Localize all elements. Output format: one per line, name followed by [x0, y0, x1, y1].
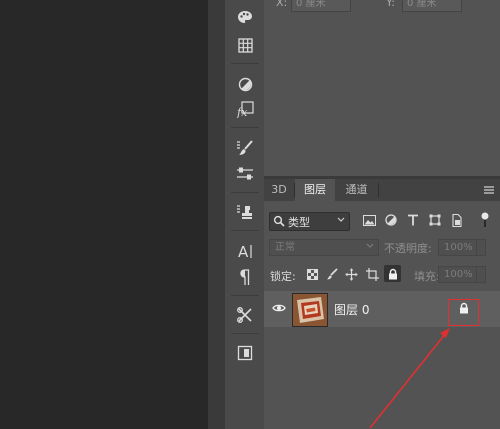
layer-filter-select[interactable]: 类型 — [269, 212, 350, 231]
search-icon — [273, 215, 285, 227]
paragraph-icon[interactable] — [225, 266, 265, 288]
lock-artboard-icon[interactable] — [365, 267, 379, 281]
blend-mode-select[interactable]: 正常 — [269, 239, 379, 256]
chevron-down-icon — [337, 217, 345, 223]
visibility-eye-icon[interactable] — [272, 303, 286, 313]
lock-all-icon — [388, 268, 398, 280]
lock-label: 锁定: — [270, 270, 296, 283]
lock-transparent-icon[interactable] — [305, 267, 319, 281]
layer-name[interactable]: 图层 0 — [334, 301, 369, 318]
properties-panel: X: 0 厘米 Y: 0 厘米 — [264, 0, 500, 176]
opacity-dropdown[interactable] — [476, 239, 486, 256]
svg-text:A: A — [238, 243, 249, 260]
svg-text:fx: fx — [236, 106, 248, 118]
filter-toggle-icon[interactable] — [478, 212, 492, 227]
tab-3d[interactable]: 3D — [264, 179, 294, 201]
layers-panel-tabbar: 3D 图层 通道 — [264, 179, 500, 201]
filter-pixel-icon[interactable] — [362, 213, 376, 227]
artboard-icon[interactable] — [225, 342, 265, 364]
opacity-label: 不透明度: — [384, 242, 432, 255]
panel-gutter — [208, 0, 224, 429]
tab-channels[interactable]: 通道 — [335, 179, 378, 201]
tool-presets-icon[interactable] — [225, 304, 265, 326]
adjustment-icon[interactable] — [225, 73, 265, 95]
lock-position-icon[interactable] — [344, 267, 358, 281]
paint-palette-icon[interactable] — [225, 6, 265, 28]
clone-source-icon[interactable] — [225, 201, 265, 223]
filter-shape-icon[interactable] — [428, 213, 442, 227]
filter-smart-object-icon[interactable] — [450, 213, 464, 227]
brush-presets-icon[interactable] — [225, 137, 265, 159]
x-label: X: — [276, 0, 288, 9]
character-icon[interactable]: A — [225, 240, 265, 262]
annotation-arrow — [369, 328, 450, 429]
filter-type-icon[interactable] — [406, 213, 420, 227]
lock-all-button[interactable] — [384, 265, 401, 282]
y-label: Y: — [386, 0, 395, 9]
canvas-area[interactable] — [0, 0, 208, 429]
layer-thumbnail[interactable] — [292, 293, 328, 327]
opacity-field[interactable]: 100% — [438, 239, 479, 256]
x-field[interactable]: 0 厘米 — [291, 0, 351, 12]
fx-icon[interactable]: fx — [225, 98, 265, 120]
fill-dropdown[interactable] — [476, 266, 486, 283]
tab-layers[interactable]: 图层 — [295, 179, 335, 201]
lock-image-icon[interactable] — [325, 267, 339, 281]
panel-menu-icon[interactable] — [483, 185, 495, 195]
y-field[interactable]: 0 厘米 — [402, 0, 462, 12]
fill-field[interactable]: 100% — [438, 266, 479, 283]
fill-label: 填充: — [414, 270, 440, 283]
grid-icon[interactable] — [225, 34, 265, 56]
brush-settings-icon[interactable] — [225, 163, 265, 185]
filter-type-label: 类型 — [288, 216, 310, 229]
blend-chevron-icon — [366, 243, 374, 249]
collapsed-panels-strip: fx A — [224, 0, 266, 429]
filter-adjustment-icon[interactable] — [384, 213, 398, 227]
